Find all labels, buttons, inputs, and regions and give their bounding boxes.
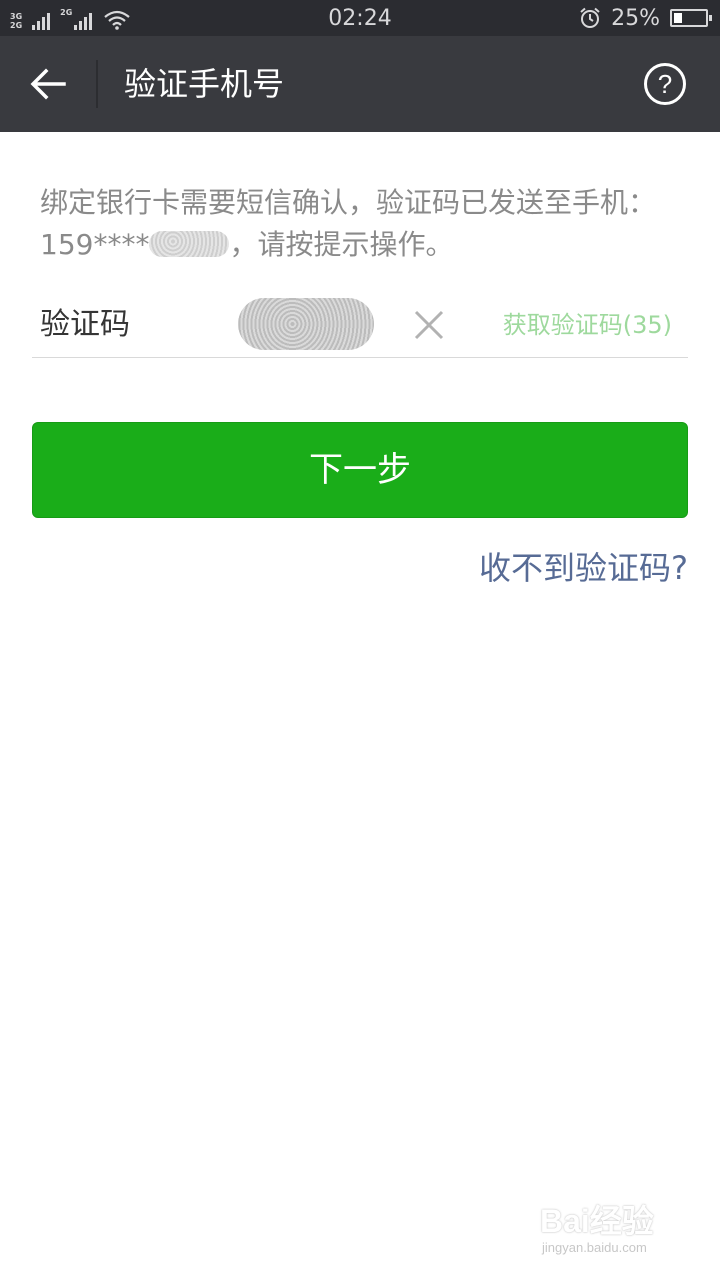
no-code-received-link[interactable]: 收不到验证码? <box>479 546 688 590</box>
page-title: 验证手机号 <box>124 65 285 103</box>
next-step-button[interactable]: 下一步 <box>32 422 688 518</box>
battery-percent: 25% <box>611 5 660 31</box>
battery-fill <box>674 13 682 23</box>
clear-icon[interactable] <box>410 306 448 344</box>
get-code-button[interactable]: 获取验证码(35) <box>503 292 672 358</box>
status-bar: 3G 2G 2G 02:24 25% <box>0 0 720 36</box>
alarm-clock-icon <box>580 7 600 28</box>
battery-icon <box>670 9 712 27</box>
code-input-row: 验证码 获取验证码(35) <box>32 292 688 358</box>
verification-code-input[interactable] <box>238 298 374 350</box>
watermark-logo: Bai经验 <box>540 1203 654 1239</box>
baidu-watermark: Bai经验 jingyan.baidu.com <box>540 1196 680 1266</box>
watermark-url: jingyan.baidu.com <box>542 1240 647 1255</box>
status-right: 25% <box>579 0 712 36</box>
title-divider <box>96 60 98 108</box>
redacted-phone-digits <box>149 231 230 257</box>
arrow-left-icon <box>30 68 66 100</box>
back-button[interactable] <box>20 56 76 112</box>
help-icon[interactable]: ? <box>644 63 686 105</box>
description-suffix: ，请按提示操作。 <box>229 228 454 261</box>
code-label: 验证码 <box>40 307 130 342</box>
sms-description: 绑定银行卡需要短信确认，验证码已发送至手机：159**** ，请按提示操作。 <box>40 182 690 266</box>
title-bar: 验证手机号 ? <box>0 36 720 132</box>
